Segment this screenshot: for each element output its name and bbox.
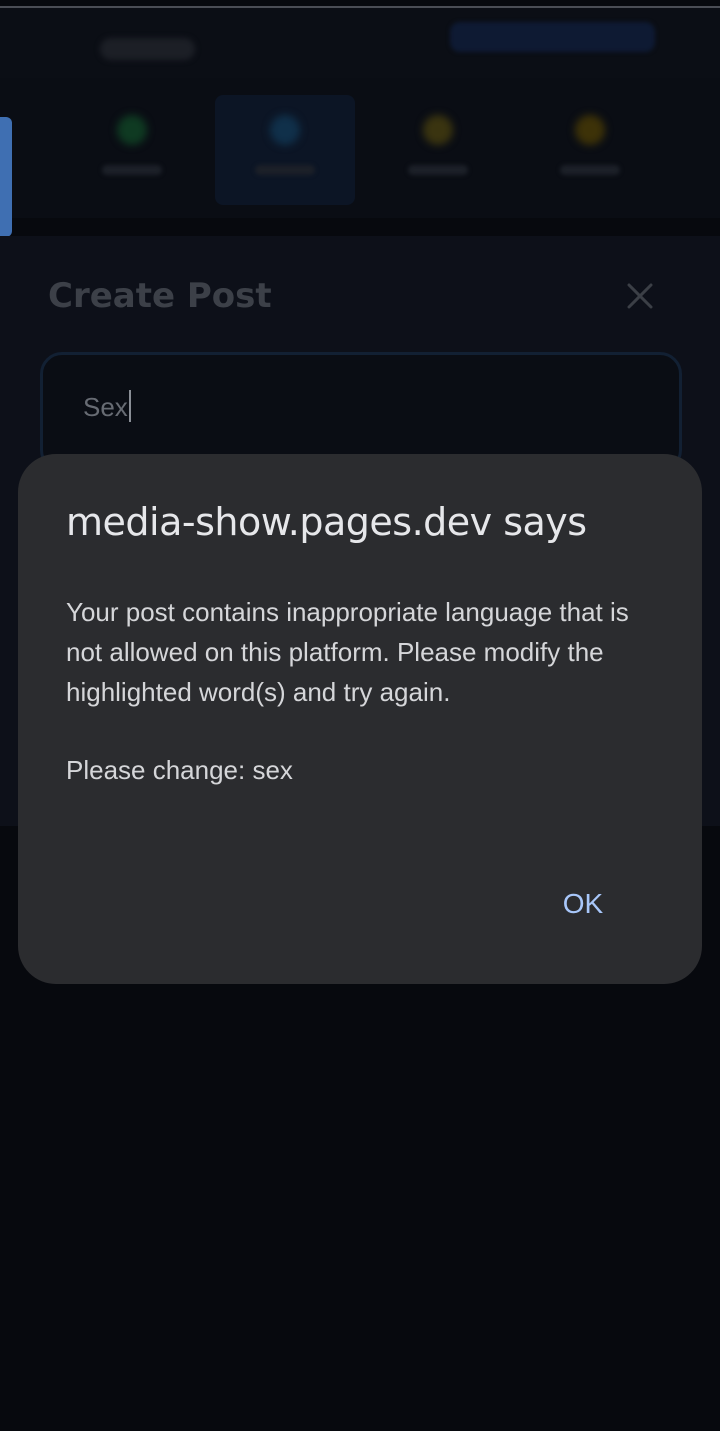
dialog-title: media-show.pages.dev says [66, 500, 587, 544]
header-action-button[interactable] [450, 22, 655, 52]
dialog-change-line: Please change: sex [66, 755, 293, 785]
nav-item-2[interactable] [215, 95, 355, 205]
text-caret [128, 390, 131, 422]
nav-item-3[interactable] [368, 95, 508, 205]
dialog-message: Your post contains inappropriate languag… [66, 597, 629, 707]
nav-item-1[interactable] [62, 95, 202, 205]
nav-item-icon [117, 115, 147, 145]
alert-dialog: media-show.pages.dev says Your post cont… [18, 454, 702, 984]
nav-item-icon [575, 115, 605, 145]
screen: Create Post Sex media-show.pages.dev say… [0, 0, 720, 1431]
nav-item-label [560, 165, 620, 175]
side-drawer-tab[interactable] [0, 117, 12, 237]
post-input-value: Sex [83, 390, 131, 423]
app-header [0, 8, 720, 78]
nav-item-icon [270, 115, 300, 145]
nav-item-icon [423, 115, 453, 145]
nav-item-4[interactable] [520, 95, 660, 205]
nav-item-label [408, 165, 468, 175]
close-icon[interactable] [622, 278, 658, 314]
ok-button[interactable]: OK [542, 874, 624, 934]
app-logo [100, 38, 195, 60]
nav-item-label [255, 165, 315, 175]
create-post-title: Create Post [48, 276, 272, 316]
nav-item-label [102, 165, 162, 175]
